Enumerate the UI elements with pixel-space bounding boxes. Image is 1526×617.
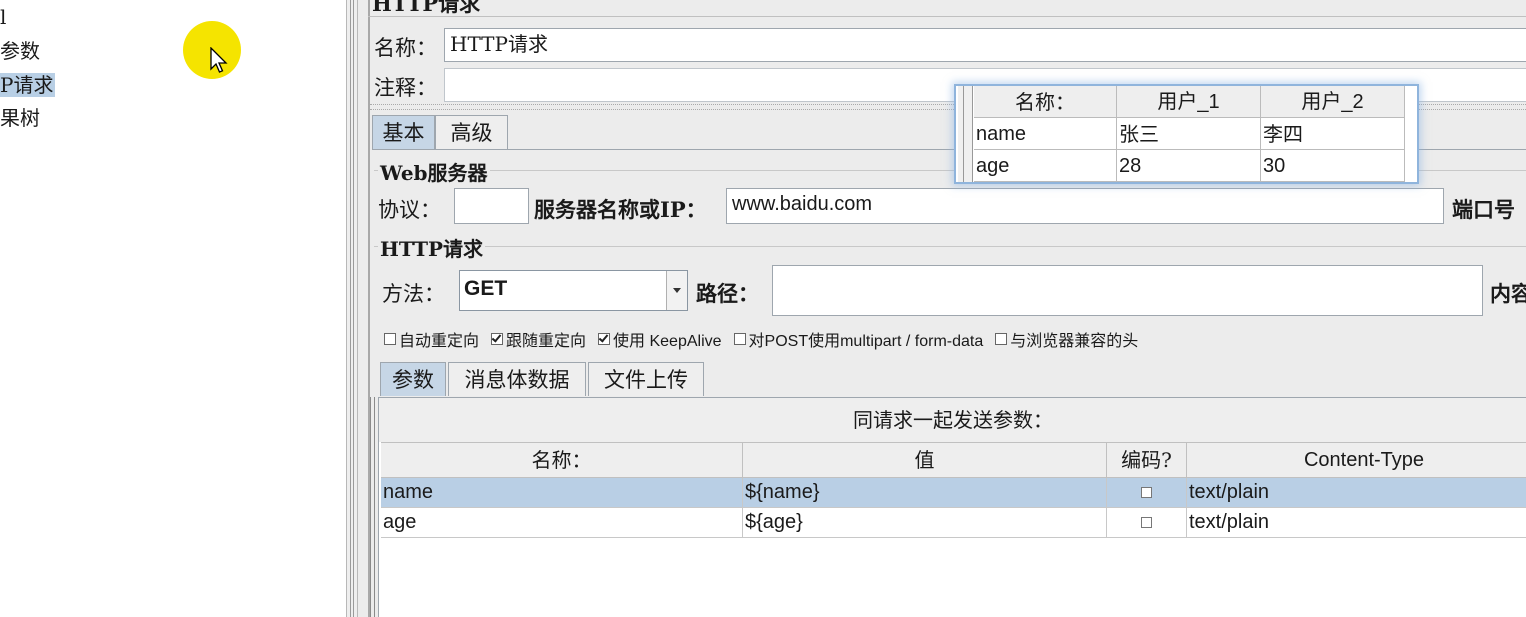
- checkbox-checked-icon: [598, 333, 611, 345]
- param-value-cell[interactable]: ${name}: [743, 478, 1107, 507]
- popup-cell: 张三: [1117, 118, 1261, 150]
- parameters-caption: 同请求一起发送参数：: [379, 398, 1526, 442]
- param-name-cell[interactable]: age: [381, 508, 743, 537]
- tree-item[interactable]: 果树: [0, 104, 40, 132]
- encode-checkbox[interactable]: [1141, 487, 1152, 498]
- column-header-encode[interactable]: 编码?: [1107, 443, 1187, 477]
- server-name-label: 服务器名称或IP：: [534, 197, 707, 222]
- table-header: 名称： 值 编码? Content-Type: [381, 442, 1526, 478]
- comment-label: 注释：: [374, 76, 437, 100]
- popup-cell: 30: [1261, 150, 1405, 182]
- param-value-cell[interactable]: ${age}: [743, 508, 1107, 537]
- encode-cell[interactable]: [1107, 508, 1187, 537]
- tree-item-label: P请求: [0, 73, 56, 97]
- tree-item-label: 果树: [0, 106, 40, 130]
- server-name-field[interactable]: www.baidu.com: [726, 188, 1444, 224]
- name-label: 名称：: [374, 36, 437, 60]
- path-field[interactable]: [772, 265, 1483, 316]
- method-select[interactable]: GET: [459, 270, 688, 311]
- column-header-name[interactable]: 名称：: [381, 443, 743, 477]
- method-value: GET: [464, 277, 508, 300]
- checkbox-icon: [384, 333, 396, 345]
- checkbox-icon: [995, 333, 1008, 345]
- column-header-content-type[interactable]: Content-Type: [1187, 443, 1526, 477]
- splitter-handle[interactable]: [346, 0, 358, 617]
- name-field[interactable]: HTTP请求: [444, 28, 1526, 62]
- checkbox-checked-icon: [491, 333, 504, 345]
- browser-compatible-headers-checkbox[interactable]: 与浏览器兼容的头: [995, 327, 1138, 351]
- table-row[interactable]: name ${name} text/plain: [381, 478, 1526, 508]
- content-type-cell[interactable]: text/plain: [1187, 478, 1526, 507]
- web-server-group-title: Web服务器: [378, 157, 490, 186]
- tree-item-selected[interactable]: P请求: [0, 71, 56, 99]
- path-label: 路径：: [696, 281, 759, 306]
- tab-advanced[interactable]: 高级: [435, 115, 508, 149]
- popup-cell: 28: [1117, 150, 1261, 182]
- encode-checkbox[interactable]: [1141, 517, 1152, 528]
- csv-data-popup-table: 名称： 用户_1 用户_2 name 张三 李四 age 28 30: [954, 84, 1419, 184]
- tab-body-data[interactable]: 消息体数据: [448, 362, 586, 396]
- tree-item[interactable]: 参数: [0, 37, 40, 65]
- table-row[interactable]: age ${age} text/plain: [381, 508, 1526, 538]
- popup-cell: age: [974, 150, 1117, 182]
- multipart-checkbox[interactable]: 对POST使用multipart / form-data: [733, 327, 984, 351]
- encode-cell[interactable]: [1107, 478, 1187, 507]
- protocol-field[interactable]: [454, 188, 529, 224]
- tab-basic[interactable]: 基本: [372, 115, 435, 149]
- protocol-label: 协议：: [378, 198, 441, 222]
- tree-item[interactable]: l: [0, 3, 6, 31]
- param-name-cell[interactable]: name: [381, 478, 743, 507]
- keepalive-checkbox[interactable]: 使用 KeepAlive: [598, 327, 722, 351]
- mouse-pointer-icon: [210, 47, 228, 73]
- checkbox-label: 与浏览器兼容的头: [1010, 331, 1139, 350]
- parameters-table: 同请求一起发送参数： 名称： 值 编码? Content-Type name $…: [378, 397, 1526, 617]
- port-label: 端口号: [1452, 197, 1515, 222]
- popup-cell: 李四: [1261, 118, 1405, 150]
- content-encoding-label: 内容: [1490, 281, 1526, 306]
- popup-cell: name: [974, 118, 1117, 150]
- popup-header-user1: 用户_1: [1117, 86, 1261, 118]
- method-label: 方法：: [382, 282, 445, 306]
- checkbox-label: 对POST使用multipart / form-data: [748, 333, 984, 350]
- chevron-down-icon[interactable]: [666, 271, 687, 310]
- popup-header-name: 名称：: [974, 86, 1117, 118]
- tree-item-label: l: [0, 5, 7, 29]
- tree-item-label: 参数: [0, 39, 40, 63]
- content-type-cell[interactable]: text/plain: [1187, 508, 1526, 537]
- test-plan-tree: l 参数 P请求 果树: [0, 0, 346, 617]
- checkbox-label: 跟随重定向: [506, 331, 587, 350]
- checkbox-icon: [733, 333, 746, 345]
- options-checkbox-row: 自动重定向 跟随重定向 使用 KeepAlive 对POST使用multipar…: [384, 327, 1146, 351]
- tab-file-upload[interactable]: 文件上传: [588, 362, 704, 396]
- auto-redirect-checkbox[interactable]: 自动重定向: [384, 327, 479, 351]
- tab-parameters[interactable]: 参数: [380, 362, 446, 396]
- checkbox-label: 自动重定向: [399, 331, 480, 350]
- follow-redirect-checkbox[interactable]: 跟随重定向: [491, 327, 586, 351]
- checkbox-label: 使用 KeepAlive: [613, 333, 722, 350]
- column-header-value[interactable]: 值: [743, 443, 1107, 477]
- row-gutter: [958, 86, 973, 182]
- popup-header-user2: 用户_2: [1261, 86, 1405, 118]
- http-request-group-title: HTTP请求: [378, 233, 485, 262]
